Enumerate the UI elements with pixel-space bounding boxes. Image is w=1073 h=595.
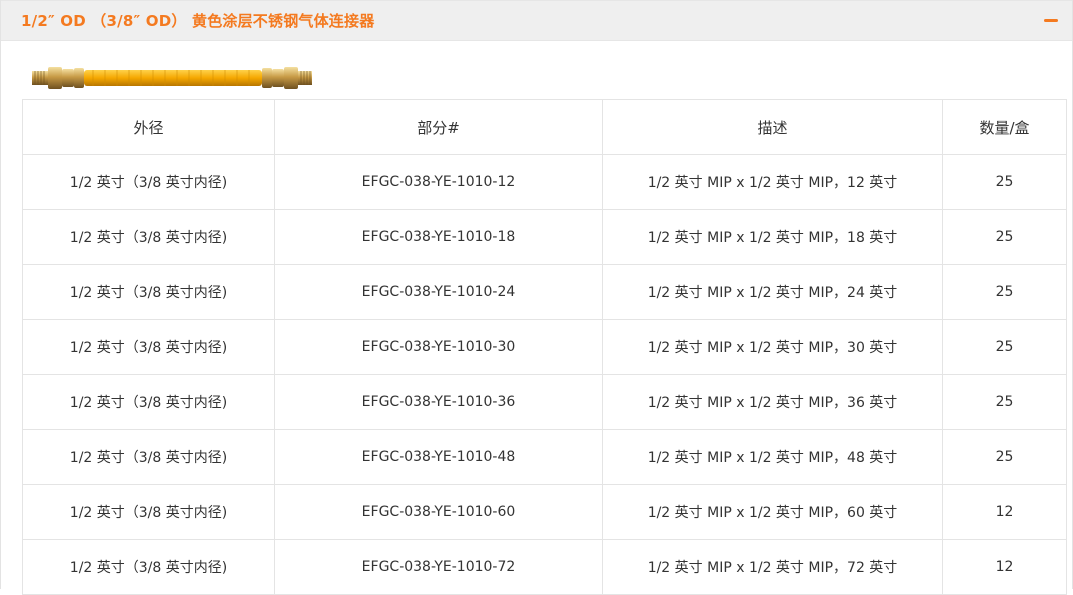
header-part: 部分# bbox=[274, 99, 603, 155]
cell-qty: 25 bbox=[942, 319, 1067, 375]
table-row: 1/2 英寸（3/8 英寸内径) EFGC-038-YE-1010-72 1/2 英… bbox=[22, 539, 1067, 595]
spec-table: 外径 部分# 描述 数量/盒 1/2 英寸（3/8 英寸内径) EFGC-038-… bbox=[22, 99, 1067, 595]
cell-qty: 25 bbox=[942, 209, 1067, 265]
cell-od: 1/2 英寸（3/8 英寸内径) bbox=[22, 264, 275, 320]
cell-part-number: EFGC-038-YE-1010-36 bbox=[274, 374, 603, 430]
cell-od: 1/2 英寸（3/8 英寸内径) bbox=[22, 539, 275, 595]
cell-od: 1/2 英寸（3/8 英寸内径) bbox=[22, 484, 275, 540]
cell-qty: 25 bbox=[942, 154, 1067, 210]
cell-part-number: EFGC-038-YE-1010-60 bbox=[274, 484, 603, 540]
cell-od: 1/2 英寸（3/8 英寸内径) bbox=[22, 319, 275, 375]
cell-part-number: EFGC-038-YE-1010-12 bbox=[274, 154, 603, 210]
cell-qty: 25 bbox=[942, 429, 1067, 485]
minus-icon[interactable] bbox=[1042, 12, 1060, 30]
cell-part-number: EFGC-038-YE-1010-24 bbox=[274, 264, 603, 320]
header-qty: 数量/盒 bbox=[942, 99, 1067, 155]
table-row: 1/2 英寸（3/8 英寸内径) EFGC-038-YE-1010-12 1/2 英… bbox=[22, 154, 1067, 210]
table-row: 1/2 英寸（3/8 英寸内径) EFGC-038-YE-1010-60 1/2 英… bbox=[22, 484, 1067, 540]
table-header-row: 外径 部分# 描述 数量/盒 bbox=[22, 99, 1067, 155]
cell-description: 1/2 英寸 MIP x 1/2 英寸 MIP，18 英寸 bbox=[602, 209, 943, 265]
cell-part-number: EFGC-038-YE-1010-72 bbox=[274, 539, 603, 595]
cell-qty: 12 bbox=[942, 484, 1067, 540]
cell-qty: 12 bbox=[942, 539, 1067, 595]
cell-qty: 25 bbox=[942, 374, 1067, 430]
table-row: 1/2 英寸（3/8 英寸内径) EFGC-038-YE-1010-36 1/2 英… bbox=[22, 374, 1067, 430]
cell-od: 1/2 英寸（3/8 英寸内径) bbox=[22, 374, 275, 430]
table-row: 1/2 英寸（3/8 英寸内径) EFGC-038-YE-1010-30 1/2 英… bbox=[22, 319, 1067, 375]
cell-description: 1/2 英寸 MIP x 1/2 英寸 MIP，48 英寸 bbox=[602, 429, 943, 485]
cell-description: 1/2 英寸 MIP x 1/2 英寸 MIP，60 英寸 bbox=[602, 484, 943, 540]
cell-description: 1/2 英寸 MIP x 1/2 英寸 MIP，12 英寸 bbox=[602, 154, 943, 210]
table-row: 1/2 英寸（3/8 英寸内径) EFGC-038-YE-1010-24 1/2 英… bbox=[22, 264, 1067, 320]
table-row: 1/2 英寸（3/8 英寸内径) EFGC-038-YE-1010-48 1/2 英… bbox=[22, 429, 1067, 485]
header-od: 外径 bbox=[22, 99, 275, 155]
panel-title: 1/2″ OD （3/8″ OD） 黄色涂层不锈钢气体连接器 bbox=[21, 12, 375, 30]
cell-od: 1/2 英寸（3/8 英寸内径) bbox=[22, 154, 275, 210]
gas-connector-image bbox=[32, 67, 312, 89]
table-row: 1/2 英寸（3/8 英寸内径) EFGC-038-YE-1010-18 1/2 英… bbox=[22, 209, 1067, 265]
cell-description: 1/2 英寸 MIP x 1/2 英寸 MIP，30 英寸 bbox=[602, 319, 943, 375]
product-panel: 1/2″ OD （3/8″ OD） 黄色涂层不锈钢气体连接器 外径 部分# 描述… bbox=[0, 0, 1073, 595]
cell-od: 1/2 英寸（3/8 英寸内径) bbox=[22, 209, 275, 265]
cell-description: 1/2 英寸 MIP x 1/2 英寸 MIP，24 英寸 bbox=[602, 264, 943, 320]
cell-description: 1/2 英寸 MIP x 1/2 英寸 MIP，72 英寸 bbox=[602, 539, 943, 595]
cell-part-number: EFGC-038-YE-1010-30 bbox=[274, 319, 603, 375]
cell-qty: 25 bbox=[942, 264, 1067, 320]
cell-part-number: EFGC-038-YE-1010-18 bbox=[274, 209, 603, 265]
header-description: 描述 bbox=[602, 99, 943, 155]
cell-description: 1/2 英寸 MIP x 1/2 英寸 MIP，36 英寸 bbox=[602, 374, 943, 430]
cell-od: 1/2 英寸（3/8 英寸内径) bbox=[22, 429, 275, 485]
panel-header[interactable]: 1/2″ OD （3/8″ OD） 黄色涂层不锈钢气体连接器 bbox=[1, 0, 1072, 41]
cell-part-number: EFGC-038-YE-1010-48 bbox=[274, 429, 603, 485]
